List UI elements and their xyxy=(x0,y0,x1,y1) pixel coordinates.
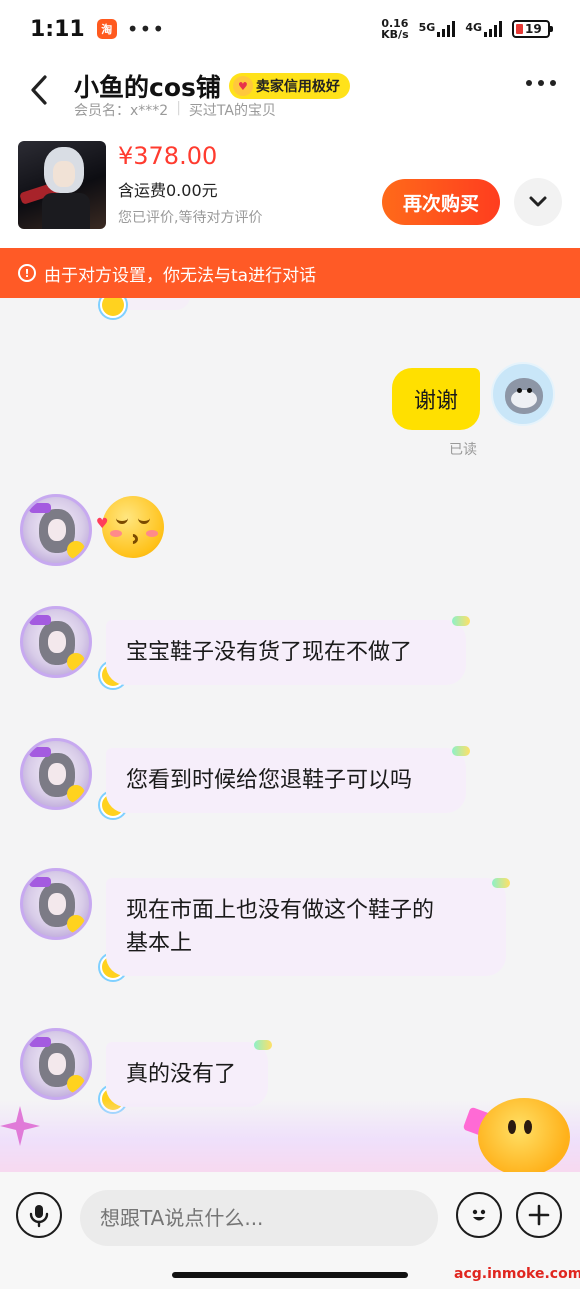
member-info: 会员名：x***2 | 买过TA的宝贝 xyxy=(74,100,276,120)
battery-icon: 19 xyxy=(512,20,553,38)
product-card[interactable]: ¥378.00 含运费0.00元 您已评价,等待对方评价 再次购买 xyxy=(0,130,580,248)
shop-avatar[interactable] xyxy=(20,738,92,810)
bubble-tag-icon xyxy=(452,746,470,756)
message-input[interactable] xyxy=(80,1190,438,1246)
taobao-app-icon: 淘 xyxy=(96,19,117,39)
chevron-down-icon xyxy=(529,196,547,207)
outgoing-message[interactable]: 谢谢 xyxy=(392,368,480,430)
bubble-tag-icon xyxy=(254,1040,272,1050)
product-shipping: 含运费0.00元 xyxy=(118,181,218,200)
chick-sticker-icon xyxy=(100,298,126,318)
chat-header: 小鱼的cos铺 ♥ 卖家信用极好 会员名：x***2 | 买过TA的宝贝 xyxy=(0,58,580,130)
signal-5g: 5G xyxy=(419,21,456,37)
member-name: 会员名：x***2 xyxy=(74,103,169,119)
status-bar: 1:11 淘 ••• 0.16 KB/s 5G 4G 19 xyxy=(0,0,580,58)
shop-avatar[interactable] xyxy=(20,868,92,940)
network-speed-unit: KB/s xyxy=(381,28,409,41)
emoji-button[interactable] xyxy=(456,1192,502,1238)
watermark: acg.inmoke.com xyxy=(454,1266,580,1282)
more-button[interactable] xyxy=(526,80,556,86)
product-thumbnail[interactable] xyxy=(18,141,106,229)
incoming-message[interactable]: 现在市面上也没有做这个鞋子的 基本上 xyxy=(106,878,506,976)
review-status: 您已评价,等待对方评价 xyxy=(118,210,263,226)
status-time: 1:11 xyxy=(30,16,85,42)
signal-bars-icon xyxy=(437,21,456,37)
product-price: ¥378.00 xyxy=(118,142,218,170)
shop-avatar[interactable] xyxy=(20,1028,92,1100)
chat-disabled-text: 由于对方设置，你无法与ta进行对话 xyxy=(44,265,317,286)
kissing-face-emoji-icon[interactable] xyxy=(102,496,164,558)
sun-mascot-icon[interactable] xyxy=(478,1098,570,1176)
signal-5g-label: 5G xyxy=(418,21,436,34)
status-more-dots-icon: ••• xyxy=(126,17,166,41)
incoming-message[interactable]: 宝宝鞋子没有货了现在不做了 xyxy=(106,620,466,685)
shop-name[interactable]: 小鱼的cos铺 xyxy=(74,68,221,104)
bubble-tag-icon xyxy=(452,616,470,626)
voice-button[interactable] xyxy=(16,1192,62,1238)
incoming-message-line: 基本上 xyxy=(126,931,193,956)
microphone-icon xyxy=(29,1205,49,1228)
plus-button[interactable] xyxy=(516,1192,562,1238)
chat-messages[interactable]: 谢谢 已读 ♥ 宝宝鞋子没有货了现在不做了 您看到时候给您退鞋子可以吗 现在市面… xyxy=(0,298,580,1172)
warning-icon: ! xyxy=(18,264,36,282)
incoming-message[interactable]: 您看到时候给您退鞋子可以吗 xyxy=(106,748,466,813)
shop-avatar[interactable] xyxy=(20,494,92,566)
my-avatar[interactable] xyxy=(491,362,555,426)
back-button[interactable] xyxy=(24,74,56,106)
battery-level-fill xyxy=(516,24,523,34)
plus-icon xyxy=(528,1204,550,1226)
status-indicators: 0.16 KB/s 5G 4G 19 xyxy=(381,18,553,40)
back-arrow-icon xyxy=(31,75,47,105)
bubble-tag-icon xyxy=(492,878,510,888)
incoming-message-line: 现在市面上也没有做这个鞋子的 xyxy=(126,898,435,923)
battery-level: 19 xyxy=(525,22,542,36)
signal-4g: 4G xyxy=(465,21,502,37)
signal-4g-label: 4G xyxy=(465,21,482,34)
heart-icon: ♥ xyxy=(96,516,109,532)
incoming-message[interactable]: 真的没有了 xyxy=(106,1042,268,1107)
chat-disabled-banner: ! 由于对方设置，你无法与ta进行对话 xyxy=(0,248,580,298)
divider: | xyxy=(176,100,181,116)
seller-credit-badge: ♥ 卖家信用极好 xyxy=(228,73,350,99)
smiley-icon xyxy=(472,1209,486,1221)
heart-eyes-icon: ♥ xyxy=(232,76,253,96)
more-icon xyxy=(526,80,532,86)
read-status: 已读 xyxy=(449,442,477,458)
shop-title-row[interactable]: 小鱼的cos铺 ♥ 卖家信用极好 xyxy=(74,68,350,104)
shop-avatar[interactable] xyxy=(20,606,92,678)
signal-bars-icon xyxy=(484,21,502,37)
expand-button[interactable] xyxy=(514,178,562,226)
seller-badge-label: 卖家信用极好 xyxy=(255,79,340,95)
network-speed: 0.16 KB/s xyxy=(381,18,408,40)
home-indicator[interactable] xyxy=(172,1272,408,1278)
rebuy-button[interactable]: 再次购买 xyxy=(382,179,500,225)
purchased-label: 买过TA的宝贝 xyxy=(188,103,276,119)
